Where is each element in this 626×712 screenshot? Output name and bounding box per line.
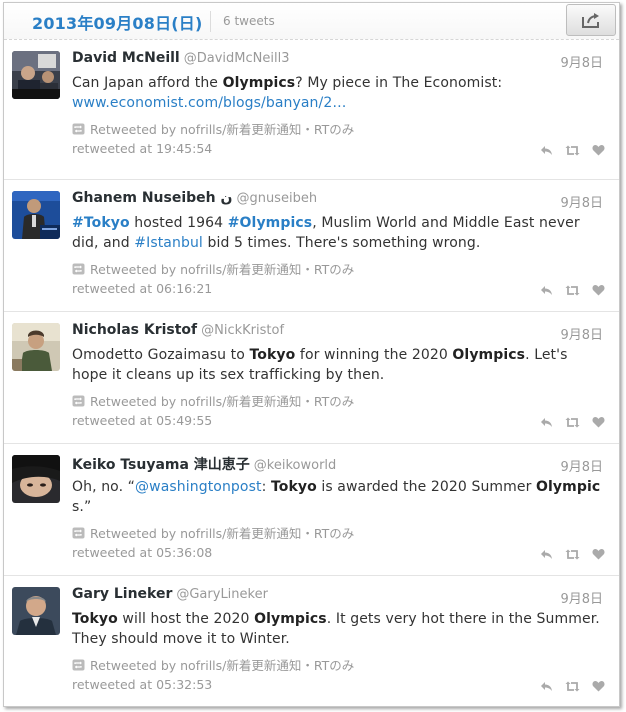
retweeted-by: Retweeted by nofrills/新着更新通知・RTのみ [72, 655, 354, 674]
tweet-link[interactable]: www.economist.com/blogs/banyan/2… [72, 95, 346, 111]
retweet-badge-icon [72, 123, 85, 135]
tweet-text: Omodetto Gozaimasu to Tokyo for winning … [72, 347, 568, 383]
reply-icon[interactable] [540, 677, 553, 696]
retweeted-by: Retweeted by nofrills/新着更新通知・RTのみ [72, 259, 354, 278]
retweet-time[interactable]: retweeted at 19:45:54 [72, 141, 212, 156]
favorite-icon[interactable] [592, 281, 605, 300]
reply-icon[interactable] [540, 413, 553, 432]
tweet-actions [540, 141, 605, 160]
tweet-text: Tokyo will host the 2020 Olympics. It ge… [72, 611, 600, 647]
share-button[interactable] [566, 4, 616, 36]
author-name[interactable]: Nicholas Kristof [72, 322, 197, 338]
tweet-timeline-panel: 2013年09月08日(日) 6 tweets David McNeill @D… [3, 2, 620, 707]
tweet-author: Nicholas Kristof @NickKristof [72, 322, 284, 338]
retweet-time[interactable]: retweeted at 05:32:53 [72, 677, 212, 692]
retweet-time[interactable]: retweeted at 05:36:08 [72, 545, 212, 560]
avatar[interactable] [12, 323, 60, 371]
tweet-date[interactable]: 9月8日 [560, 324, 603, 343]
retweet-icon[interactable] [565, 141, 580, 160]
tweet-text: #Tokyo hosted 1964 #Olympics, Muslim Wor… [72, 215, 580, 251]
retweeted-by: Retweeted by nofrills/新着更新通知・RTのみ [72, 119, 354, 138]
avatar[interactable] [12, 455, 60, 503]
retweet-time[interactable]: retweeted at 06:16:21 [72, 281, 212, 296]
tweet-author: David McNeill @DavidMcNeill3 [72, 50, 289, 66]
favorite-icon[interactable] [592, 677, 605, 696]
author-handle[interactable]: @gnuseibeh [236, 191, 317, 206]
share-icon [582, 13, 599, 28]
author-name[interactable]: Ghanem Nuseibeh ن [72, 190, 232, 206]
mention-link[interactable]: @washingtonpost [135, 479, 262, 495]
author-handle[interactable]: @DavidMcNeill3 [184, 51, 290, 66]
retweeted-by: Retweeted by nofrills/新着更新通知・RTのみ [72, 523, 354, 542]
author-name[interactable]: Keiko Tsuyama 津山恵子 [72, 457, 250, 473]
hashtag-link[interactable]: #Olympics [228, 215, 313, 231]
author-name[interactable]: Gary Lineker [72, 586, 172, 602]
tweet-author: Ghanem Nuseibeh ن @gnuseibeh [72, 190, 317, 206]
timeline-header: 2013年09月08日(日) 6 tweets [4, 3, 619, 40]
retweet-icon[interactable] [565, 677, 580, 696]
tweet-actions [540, 281, 605, 300]
retweet-icon[interactable] [565, 281, 580, 300]
tweet-text: Oh, no. “@washingtonpost: Tokyo is award… [72, 479, 601, 515]
favorite-icon[interactable] [592, 545, 605, 564]
favorite-icon[interactable] [592, 141, 605, 160]
author-name[interactable]: David McNeill [72, 50, 180, 66]
retweeted-by: Retweeted by nofrills/新着更新通知・RTのみ [72, 391, 354, 410]
tweet-date[interactable]: 9月8日 [560, 192, 603, 211]
tweet-item: Keiko Tsuyama 津山恵子 @keikoworld 9月8日 Oh, n… [4, 444, 619, 576]
tweet-item: Ghanem Nuseibeh ن @gnuseibeh 9月8日 #Tokyo … [4, 180, 619, 312]
tweet-author: Gary Lineker @GaryLineker [72, 586, 268, 602]
date-heading: 2013年09月08日(日) [32, 14, 203, 33]
hashtag-link[interactable]: #Istanbul [134, 235, 203, 251]
retweet-icon[interactable] [565, 413, 580, 432]
tweet-date[interactable]: 9月8日 [560, 52, 603, 71]
retweet-time[interactable]: retweeted at 05:49:55 [72, 413, 212, 428]
author-handle[interactable]: @NickKristof [201, 323, 284, 338]
tweet-actions [540, 413, 605, 432]
tweet-text: Can Japan afford the Olympics? My piece … [72, 75, 503, 111]
tweet-count: 6 tweets [223, 14, 275, 28]
avatar[interactable] [12, 51, 60, 99]
retweet-badge-icon [72, 659, 85, 671]
tweet-date[interactable]: 9月8日 [560, 456, 603, 475]
reply-icon[interactable] [540, 545, 553, 564]
retweet-badge-icon [72, 263, 85, 275]
tweet-item: Nicholas Kristof @NickKristof 9月8日 Omodet… [4, 312, 619, 444]
reply-icon[interactable] [540, 281, 553, 300]
tweet-item: David McNeill @DavidMcNeill3 9月8日 Can Jap… [4, 40, 619, 180]
author-handle[interactable]: @GaryLineker [176, 587, 268, 602]
retweet-badge-icon [72, 395, 85, 407]
avatar[interactable] [12, 191, 60, 239]
avatar[interactable] [12, 587, 60, 635]
author-handle[interactable]: @keikoworld [254, 458, 337, 473]
tweet-author: Keiko Tsuyama 津山恵子 @keikoworld [72, 454, 336, 474]
retweet-icon[interactable] [565, 545, 580, 564]
retweet-badge-icon [72, 527, 85, 539]
favorite-icon[interactable] [592, 413, 605, 432]
reply-icon[interactable] [540, 141, 553, 160]
hashtag-link[interactable]: #Tokyo [72, 215, 130, 231]
tweet-date[interactable]: 9月8日 [560, 588, 603, 607]
tweet-actions [540, 677, 605, 696]
header-divider [210, 11, 211, 32]
tweet-item: Gary Lineker @GaryLineker 9月8日 Tokyo will… [4, 576, 619, 706]
tweet-actions [540, 545, 605, 564]
